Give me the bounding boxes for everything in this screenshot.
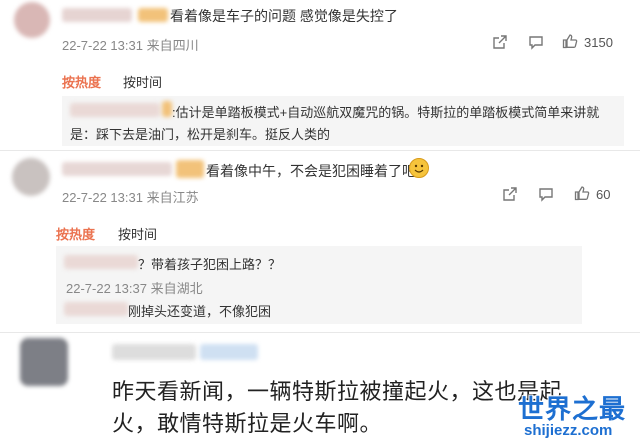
reply-username-blurred-tail bbox=[162, 101, 172, 117]
reply-text-line: :估计是单踏板模式+自动巡航双魔咒的锅。特斯拉的单踏板模式简单来讲就 bbox=[172, 105, 600, 120]
like-count: 60 bbox=[596, 187, 611, 202]
reply-text-line: 是：踩下去是油门，松开是刹车。挺反人类的 bbox=[70, 127, 331, 142]
username-blurred-tail bbox=[176, 160, 204, 178]
reply-text: ？带着孩子犯困上路？？ bbox=[138, 257, 282, 272]
emoji-icon bbox=[409, 158, 429, 178]
reply-username-blurred[interactable] bbox=[64, 302, 128, 316]
reply-username-blurred[interactable] bbox=[70, 103, 160, 117]
reply-meta: 22-7-22 13:37 来自湖北 bbox=[66, 281, 203, 296]
watermark-url: shijiezz.com bbox=[524, 422, 613, 439]
avatar[interactable] bbox=[20, 338, 68, 386]
avatar[interactable] bbox=[14, 2, 50, 38]
sort-by-time-tab[interactable]: 按时间 bbox=[123, 72, 162, 91]
comment-text-line: 火，敢情特斯拉是火车啊。 bbox=[112, 411, 383, 436]
comment-meta: 22-7-22 13:31 来自四川 bbox=[62, 38, 199, 53]
comment-icon[interactable] bbox=[528, 34, 544, 50]
like-icon[interactable] bbox=[574, 185, 590, 201]
avatar[interactable] bbox=[12, 158, 50, 196]
username-blurred[interactable] bbox=[62, 162, 172, 176]
sort-by-hot-tab[interactable]: 按热度 bbox=[62, 72, 101, 91]
share-icon[interactable] bbox=[502, 186, 518, 202]
like-count: 3150 bbox=[584, 35, 613, 50]
reply-text: 刚掉头还变道，不像犯困 bbox=[128, 304, 272, 319]
share-icon[interactable] bbox=[492, 34, 508, 50]
username-blurred[interactable] bbox=[62, 8, 132, 22]
sort-by-hot-tab[interactable]: 按热度 bbox=[56, 224, 95, 243]
comment-meta: 22-7-22 13:31 来自江苏 bbox=[62, 190, 199, 205]
watermark-logo: 世界之最 bbox=[518, 394, 627, 424]
user-badge-blurred bbox=[200, 344, 258, 360]
comment-icon[interactable] bbox=[538, 186, 554, 202]
comment-divider bbox=[0, 150, 640, 151]
comment-text-line: 昨天看新闻，一辆特斯拉被撞起火，这也是起 bbox=[112, 379, 563, 404]
username-blurred[interactable] bbox=[112, 344, 196, 360]
comment-divider bbox=[0, 332, 640, 333]
comment-text: 看着像是车子的问题 感觉像是失控了 bbox=[170, 8, 398, 24]
like-icon[interactable] bbox=[562, 33, 578, 49]
reply-username-blurred[interactable] bbox=[64, 255, 138, 269]
username-blurred-tail bbox=[138, 8, 168, 22]
sort-by-time-tab[interactable]: 按时间 bbox=[118, 224, 157, 243]
comment-text: 看着像中午，不会是犯困睡着了吧 bbox=[206, 163, 416, 179]
